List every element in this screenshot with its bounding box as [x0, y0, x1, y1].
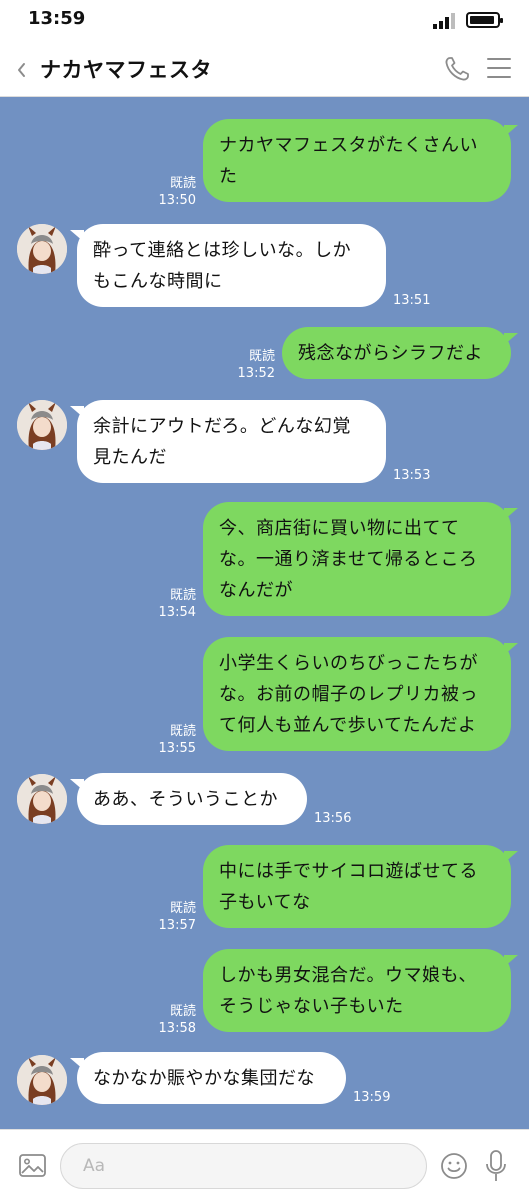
phone-icon[interactable]	[443, 55, 471, 83]
message-bubble-outgoing[interactable]: 小学生くらいのちびっこたちが な。お前の帽子のレプリカ被っ て何人も並んで歩いて…	[203, 637, 518, 751]
message-input-bar	[0, 1129, 529, 1200]
status-time: 13:59	[28, 8, 86, 29]
message-meta: 13:51	[393, 292, 453, 309]
read-receipt: 既読	[169, 724, 196, 739]
read-receipt: 既読	[169, 901, 196, 916]
status-bar: 13:59	[0, 0, 529, 40]
message-meta: 既読 13:50	[140, 175, 196, 209]
message-bubble-incoming[interactable]: 酔って連絡とは珍しいな。しか もこんな時間に	[70, 224, 386, 307]
message-bubble-incoming[interactable]: 余計にアウトだろ。どんな幻覚 見たんだ	[70, 400, 386, 483]
message-bubble-outgoing[interactable]: 今、商店街に買い物に出てて な。一通り済ませて帰るところ なんだが	[203, 502, 518, 616]
avatar[interactable]	[17, 400, 67, 450]
avatar-image-icon	[17, 224, 67, 274]
chat-title: ナカヤマフェスタ	[40, 58, 212, 82]
message-time: 13:53	[393, 468, 431, 483]
smiley-icon[interactable]	[440, 1152, 468, 1180]
message-time: 13:56	[314, 811, 352, 826]
message-bubble-outgoing[interactable]: 中には手でサイコロ遊ばせてる 子もいてな	[203, 845, 518, 928]
chat-area: ナカヤマフェスタがたくさんい た 既読 13:50 酔って連絡とは珍しいな。しか…	[0, 97, 529, 1129]
message-meta: 既読 13:52	[219, 348, 275, 382]
message-bubble-incoming[interactable]: ああ、そういうことか	[70, 773, 307, 825]
message-meta: 13:56	[314, 810, 374, 827]
chevron-left-icon[interactable]	[12, 56, 32, 82]
message-bubble-outgoing[interactable]: 残念ながらシラフだよ	[282, 327, 518, 379]
signal-icon	[433, 13, 455, 29]
hamburger-menu-icon[interactable]	[487, 58, 511, 78]
read-receipt: 既読	[169, 588, 196, 603]
message-bubble-outgoing[interactable]: しかも男女混合だ。ウマ娘も、 そうじゃない子もいた	[203, 949, 518, 1032]
avatar-image-icon	[17, 1055, 67, 1105]
message-time: 13:57	[158, 918, 196, 933]
message-bubble-outgoing[interactable]: ナカヤマフェスタがたくさんい た	[203, 119, 518, 202]
battery-icon	[466, 12, 503, 28]
message-time: 13:52	[237, 366, 275, 381]
image-icon[interactable]	[19, 1154, 46, 1177]
read-receipt: 既読	[248, 349, 275, 364]
avatar-image-icon	[17, 774, 67, 824]
avatar[interactable]	[17, 224, 67, 274]
message-time: 13:58	[158, 1021, 196, 1036]
avatar[interactable]	[17, 1055, 67, 1105]
message-meta: 既読 13:57	[140, 900, 196, 934]
message-time: 13:51	[393, 293, 431, 308]
message-meta: 13:53	[393, 467, 453, 484]
chat-header: ナカヤマフェスタ	[0, 40, 529, 97]
message-time: 13:59	[353, 1090, 391, 1105]
microphone-icon[interactable]	[485, 1150, 507, 1182]
message-time: 13:50	[158, 193, 196, 208]
message-bubble-incoming[interactable]: なかなか賑やかな集団だな	[70, 1052, 346, 1104]
message-meta: 13:59	[353, 1089, 413, 1106]
avatar[interactable]	[17, 774, 67, 824]
message-meta: 既読 13:55	[140, 723, 196, 757]
message-input[interactable]	[60, 1143, 427, 1189]
read-receipt: 既読	[169, 1004, 196, 1019]
avatar-image-icon	[17, 400, 67, 450]
message-meta: 既読 13:58	[140, 1003, 196, 1037]
message-time: 13:54	[158, 605, 196, 620]
message-time: 13:55	[158, 741, 196, 756]
message-meta: 既読 13:54	[140, 587, 196, 621]
read-receipt: 既読	[169, 176, 196, 191]
